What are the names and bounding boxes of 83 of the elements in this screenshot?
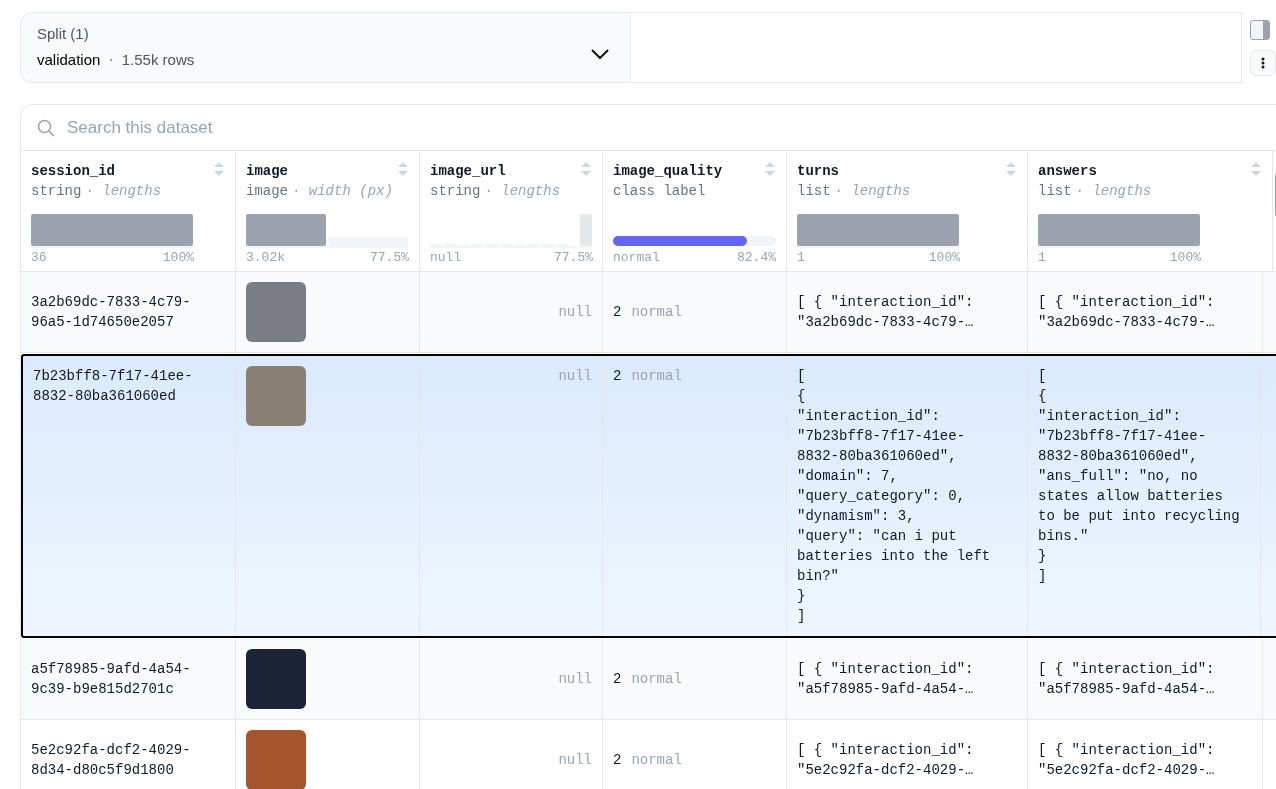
table-cell-text: [ { "interaction_id": "5e2c92fa-dcf2-4029-… bbox=[1038, 741, 1216, 780]
column-type: class label bbox=[613, 182, 706, 201]
column-type: list bbox=[1038, 182, 1072, 201]
class-name: normal bbox=[631, 751, 682, 770]
class-id: 2 bbox=[613, 367, 622, 386]
table-cell-text: 3a2b69dc-7833-4c79-96a5-1d74650e2057 bbox=[31, 293, 191, 332]
column-type: string bbox=[430, 182, 481, 201]
sort-icon[interactable] bbox=[1250, 161, 1262, 177]
histogram-min: 3.02k bbox=[246, 249, 285, 267]
class-name: normal bbox=[631, 367, 682, 386]
column-name: session_id bbox=[31, 162, 115, 181]
table-row[interactable] bbox=[21, 354, 1276, 638]
table-cell-text: [ { "interaction_id": "5e2c92fa-dcf2-4029-… bbox=[797, 741, 975, 780]
table-cell-text: a5f78985-9afd-4a54-9c39-b9e815d2701c bbox=[31, 660, 191, 699]
histogram-min: 1 bbox=[1038, 249, 1046, 267]
split-value: validation bbox=[37, 49, 101, 70]
column-header[interactable]: session_id string · lengths 36 100% bbox=[21, 151, 236, 271]
table-cell-text: null bbox=[558, 751, 592, 770]
chevron-down-icon bbox=[589, 47, 610, 60]
histogram-min: 36 bbox=[31, 249, 47, 267]
table-cell-text: null bbox=[558, 303, 592, 322]
column-name: image_quality bbox=[613, 162, 723, 181]
table-cell-text: [ { "interaction_id": "3a2b69dc-7833-4c79-… bbox=[1038, 293, 1216, 332]
sort-icon[interactable] bbox=[764, 161, 776, 177]
table-row[interactable]: a5f78985-9afd-4a54-9c39-b9e815d2701c null 2 normal [ { "interaction_id": "a5f78985-9afd-4a54-… [ { "interaction_id": "a5f78985-9afd-4a54-… bbox=[21, 639, 1276, 720]
sort-icon[interactable] bbox=[1005, 161, 1017, 177]
histogram-max: 77.5% bbox=[370, 249, 409, 267]
photo-placeholder bbox=[246, 282, 306, 342]
column-header[interactable]: turns list · lengths 1 100% bbox=[787, 151, 1028, 271]
table-cell-text: [ { "interaction_id": "a5f78985-9afd-4a54-… bbox=[797, 660, 975, 699]
table-cell: 7b23bff8-7f17-41ee-8832-80ba361060ed bbox=[33, 368, 193, 404]
column-header[interactable]: image image · width (px) 3.02k 77.5% bbox=[236, 151, 420, 271]
photo-placeholder bbox=[246, 649, 306, 709]
sort-icon[interactable] bbox=[580, 161, 592, 177]
sort-icon[interactable] bbox=[213, 161, 225, 177]
panel-toggle-icon[interactable] bbox=[1250, 20, 1270, 40]
table-cell-text: 5e2c92fa-dcf2-4029-8d34-d80c5f9d1800 bbox=[31, 741, 191, 780]
photo-placeholder bbox=[246, 730, 306, 789]
photo-placeholder bbox=[246, 366, 306, 426]
column-stat: · lengths bbox=[85, 182, 162, 201]
row-count: 1.55k rows bbox=[121, 49, 195, 70]
sort-icon[interactable] bbox=[397, 161, 409, 177]
class-name: normal bbox=[631, 303, 682, 322]
histogram-max: 100% bbox=[928, 249, 960, 267]
histogram-min: null bbox=[430, 249, 462, 267]
table-cell-text: [ { "interaction_id": "a5f78985-9afd-4a54-… bbox=[1038, 660, 1216, 699]
table-row[interactable]: 3a2b69dc-7833-4c79-96a5-1d74650e2057 null 2 normal [ { "interaction_id": "3a2b69dc-7833-4c79-… [ { "interaction_id": "3a2b69dc-7833-4c79-… bbox=[21, 272, 1276, 353]
column-stat: · lengths bbox=[484, 182, 561, 201]
search-icon bbox=[37, 118, 55, 137]
class-id: 2 bbox=[613, 751, 622, 770]
column-type: string bbox=[31, 182, 82, 201]
histogram-min: 1 bbox=[797, 249, 805, 267]
column-name: answers bbox=[1038, 162, 1097, 181]
column-type: list bbox=[797, 182, 831, 201]
search-field[interactable]: Search this dataset bbox=[67, 114, 1265, 141]
split-label: Split (1) bbox=[37, 23, 90, 44]
table-cell-text: [ { "interaction_id": "3a2b69dc-7833-4c79-… bbox=[797, 293, 975, 332]
histogram-max: 82.4% bbox=[737, 249, 776, 267]
column-name: image bbox=[246, 162, 288, 181]
histogram-max: 100% bbox=[1169, 249, 1201, 267]
split-selector[interactable]: Split (1) validation · 1.55k rows bbox=[20, 12, 631, 83]
separator-dot: · bbox=[108, 49, 114, 70]
column-stat: · width (px) bbox=[292, 182, 393, 201]
column-stat: · lengths bbox=[1075, 182, 1152, 201]
class-name: normal bbox=[631, 670, 682, 689]
kebab-icon bbox=[1261, 57, 1265, 69]
class-id: 2 bbox=[613, 670, 622, 689]
more-options-button[interactable] bbox=[1250, 50, 1276, 76]
class-id: 2 bbox=[613, 303, 622, 322]
table-cell: [ { "interaction_id": "7b23bff8-7f17-41ee- 8832-80ba361060ed", "domain": 7, "query_category": 0, "dynamism": 3, "query": "can i put batteries into the left bin?" } ] bbox=[797, 368, 991, 624]
column-header[interactable]: answers list · lengths 1 100% bbox=[1028, 151, 1273, 271]
table-cell: [ { "interaction_id": "7b23bff8-7f17-41ee- 8832-80ba361060ed", "ans_full": "no, no states allow batteries to be put into recycling bins." } ] bbox=[1038, 368, 1240, 584]
table-cell-text: null bbox=[558, 367, 592, 386]
histogram-min: normal bbox=[613, 249, 660, 267]
column-stat: · lengths bbox=[834, 182, 911, 201]
column-type: image bbox=[246, 182, 288, 201]
column-name: image_url bbox=[430, 162, 506, 181]
histogram-max: 77.5% bbox=[554, 249, 593, 267]
column-header[interactable]: image_quality class label normal 82.4% bbox=[603, 151, 787, 271]
table-cell-text: null bbox=[558, 670, 592, 689]
histogram-max: 100% bbox=[162, 249, 194, 267]
column-name: turns bbox=[797, 162, 839, 181]
column-header[interactable]: image_url string · lengths null 77.5% bbox=[420, 151, 603, 271]
